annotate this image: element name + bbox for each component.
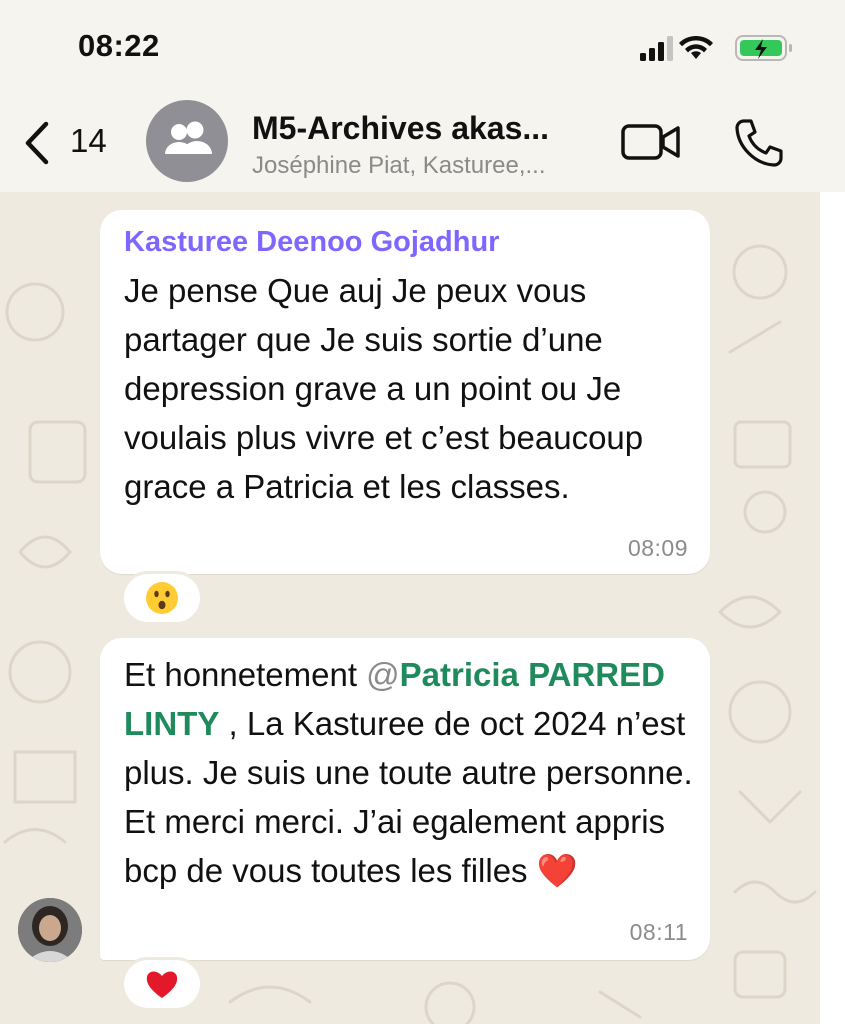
chat-header: 14 M5-Archives akas... Joséphine Piat, K…: [0, 92, 845, 192]
group-icon: [165, 121, 212, 154]
message-text-part: Et honnetement: [124, 656, 367, 693]
scroll-edge: [820, 192, 845, 1024]
group-avatar[interactable]: [146, 100, 228, 182]
status-icons: [640, 35, 792, 61]
message-sender-name[interactable]: Kasturee Deenoo Gojadhur: [124, 226, 499, 259]
heart-emoji: ❤️: [536, 852, 578, 889]
back-unread-count[interactable]: 14: [70, 122, 107, 160]
heart-icon: [146, 971, 178, 998]
message-text: Et honnetement @Patricia PARRED LINTY , …: [124, 650, 694, 895]
chat-participants[interactable]: Joséphine Piat, Kasturee,...: [252, 152, 546, 180]
message-timestamp: 08:11: [629, 919, 688, 945]
message-bubble[interactable]: Et honnetement @Patricia PARRED LINTY , …: [100, 638, 710, 960]
message-timestamp: 08:09: [627, 535, 688, 561]
video-call-icon[interactable]: [620, 120, 682, 164]
sender-avatar[interactable]: [18, 898, 82, 962]
message-reaction[interactable]: [124, 960, 200, 1008]
status-time: 08:22: [78, 28, 160, 63]
avatar-photo: [18, 898, 82, 962]
surprised-face-icon: [146, 582, 178, 614]
chat-title[interactable]: M5-Archives akas...: [252, 110, 549, 147]
phone-call-icon[interactable]: [733, 117, 785, 169]
status-bar: 08:22: [0, 0, 845, 92]
wifi-icon: [679, 35, 713, 59]
signal-icon: [640, 36, 673, 61]
mention-at-symbol: @: [366, 656, 400, 693]
message-reaction[interactable]: [124, 574, 200, 622]
message-bubble[interactable]: Kasturee Deenoo Gojadhur Je pense Que au…: [100, 210, 710, 574]
back-chevron-icon[interactable]: [18, 120, 58, 166]
message-text: Je pense Que auj Je peux vous partager q…: [124, 272, 644, 505]
battery-icon: [735, 35, 792, 61]
chat-area[interactable]: Kasturee Deenoo Gojadhur Je pense Que au…: [0, 192, 820, 1024]
